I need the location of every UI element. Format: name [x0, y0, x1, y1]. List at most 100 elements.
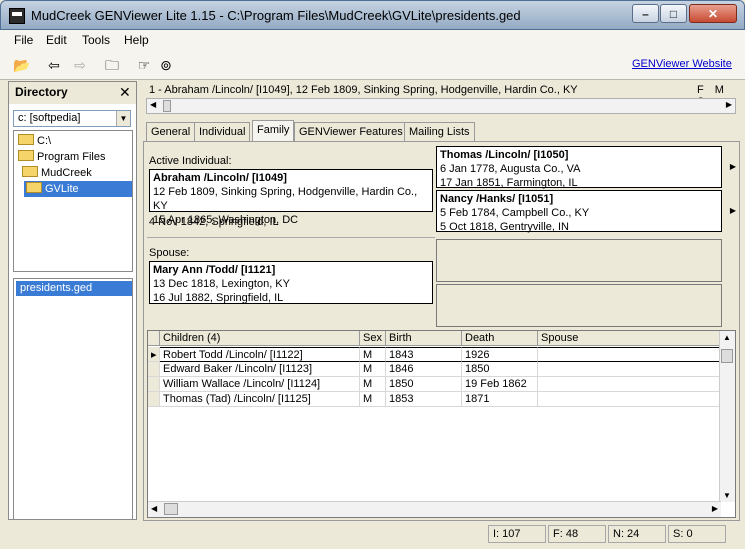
father-arrow-icon[interactable]: ▶	[730, 162, 736, 171]
menu-help[interactable]: Help	[124, 33, 149, 47]
status-sources: S: 0	[668, 525, 726, 543]
spouse-mother-box[interactable]	[436, 284, 722, 327]
spouse-name: Mary Ann /Todd/ [I1121]	[153, 264, 276, 276]
scroll-left-icon[interactable]: ◀	[151, 504, 157, 513]
table-cell[interactable]	[538, 362, 720, 377]
active-individual-label: Active Individual:	[149, 155, 232, 167]
table-cell[interactable]: Robert Todd /Lincoln/ [I1122]	[160, 347, 360, 362]
menu-edit[interactable]: Edit	[46, 33, 67, 47]
pointer-icon[interactable]: ☞	[134, 56, 154, 74]
father-box[interactable]: Thomas /Lincoln/ [I1050] 6 Jan 1778, Aug…	[436, 146, 722, 189]
individual-scrollbar[interactable]: ◀ ▶	[146, 98, 736, 114]
row-header[interactable]	[148, 377, 160, 392]
spouse-box[interactable]: Mary Ann /Todd/ [I1121] 13 Dec 1818, Lex…	[149, 261, 433, 304]
table-cell[interactable]: 1846	[386, 362, 462, 377]
directory-close-icon[interactable]: ✕	[119, 84, 131, 101]
table-cell[interactable]: 1871	[462, 392, 538, 407]
tree-item-mudcreek[interactable]: MudCreek	[20, 165, 94, 181]
open-folder-icon[interactable]: 📂	[12, 56, 32, 74]
folder-tree: C:\ Program Files MudCreek GVLite	[13, 130, 133, 272]
tree-item-c[interactable]: C:\	[16, 133, 53, 149]
active-individual-box[interactable]: Abraham /Lincoln/ [I1049] 12 Feb 1809, S…	[149, 169, 433, 226]
table-cell[interactable]: 1850	[386, 377, 462, 392]
folder-icon[interactable]: 🗀	[102, 56, 122, 74]
tree-item-program-files[interactable]: Program Files	[16, 149, 107, 165]
minimize-button[interactable]: –	[632, 4, 659, 23]
divider	[147, 237, 435, 238]
tree-item-gvlite[interactable]: GVLite	[24, 181, 132, 197]
title-bar[interactable]: MudCreek GENViewer Lite 1.15 - C:\Progra…	[0, 0, 745, 30]
file-item-presidents[interactable]: presidents.ged	[16, 281, 132, 296]
active-name: Abraham /Lincoln/ [I1049]	[153, 172, 287, 184]
table-cell[interactable]: 1926	[462, 347, 538, 362]
father-death: 17 Jan 1851, Farmington, IL	[440, 177, 578, 189]
spouse-death: 16 Jul 1882, Springfield, IL	[153, 292, 284, 304]
row-header[interactable]	[148, 392, 160, 407]
table-cell[interactable]: M	[360, 347, 386, 362]
horizontal-scrollbar[interactable]: ◀ ▶	[148, 501, 721, 517]
father-birth: 6 Jan 1778, Augusta Co., VA	[440, 163, 581, 175]
spouse-birth: 13 Dec 1818, Lexington, KY	[153, 278, 290, 290]
folder-icon	[18, 134, 34, 145]
family-panel: Active Individual: Abraham /Lincoln/ [I1…	[143, 141, 740, 521]
spouse-father-box[interactable]	[436, 239, 722, 282]
column-header-children[interactable]: Children (4)	[160, 331, 360, 346]
table-cell[interactable]: M	[360, 392, 386, 407]
table-cell[interactable]: 19 Feb 1862	[462, 377, 538, 392]
column-header-sex[interactable]: Sex	[360, 331, 386, 346]
back-arrow-icon[interactable]: ⇦	[44, 56, 64, 74]
scroll-thumb[interactable]	[164, 503, 178, 515]
table-cell[interactable]: M	[360, 377, 386, 392]
table-cell[interactable]	[538, 347, 720, 362]
tab-general[interactable]: General	[146, 122, 196, 141]
row-header-corner	[148, 331, 160, 346]
scroll-thumb[interactable]	[163, 100, 171, 112]
chevron-down-icon[interactable]: ▼	[116, 111, 130, 126]
tab-individual[interactable]: Individual	[194, 122, 251, 141]
folder-icon	[18, 150, 34, 161]
table-cell[interactable]	[538, 377, 720, 392]
column-header-birth[interactable]: Birth	[386, 331, 462, 346]
father-name: Thomas /Lincoln/ [I1050]	[440, 149, 569, 161]
table-cell[interactable]: Thomas (Tad) /Lincoln/ [I1125]	[160, 392, 360, 407]
mother-arrow-icon[interactable]: ▶	[730, 206, 736, 215]
table-cell[interactable]: William Wallace /Lincoln/ [I1124]	[160, 377, 360, 392]
maximize-button[interactable]: □	[660, 4, 687, 23]
marriage-info: 4 Nov 1842, Springfield, IL	[149, 216, 279, 228]
directory-header: Directory	[9, 82, 136, 104]
genviewer-website-link[interactable]: GENViewer Website	[632, 58, 732, 70]
individual-bar: 1 - Abraham /Lincoln/ [I1049], 12 Feb 18…	[143, 81, 740, 118]
menu-file[interactable]: File	[14, 33, 33, 47]
status-families: F: 48	[548, 525, 606, 543]
tab-mailing-lists[interactable]: Mailing Lists	[404, 122, 475, 141]
menu-tools[interactable]: Tools	[82, 33, 110, 47]
scroll-thumb[interactable]	[721, 349, 733, 363]
scroll-down-icon[interactable]: ▼	[723, 491, 731, 500]
row-header[interactable]	[148, 362, 160, 377]
directory-pane: Directory ✕ c: [softpedia] ▼ C:\ Program…	[8, 81, 137, 520]
drive-select[interactable]: c: [softpedia] ▼	[13, 110, 131, 127]
close-button[interactable]: ✕	[689, 4, 737, 23]
table-cell[interactable]: Edward Baker /Lincoln/ [I1123]	[160, 362, 360, 377]
table-cell[interactable]: M	[360, 362, 386, 377]
folder-icon	[22, 166, 38, 177]
vertical-scrollbar[interactable]: ▲ ▼	[719, 331, 735, 502]
scroll-right-icon[interactable]: ▶	[726, 100, 732, 109]
forward-arrow-icon[interactable]: ⇨	[70, 56, 90, 74]
scroll-right-icon[interactable]: ▶	[712, 504, 718, 513]
mother-death: 5 Oct 1818, Gentryville, IN	[440, 221, 569, 233]
tab-family[interactable]: Family	[252, 120, 295, 141]
spouse-label: Spouse:	[149, 247, 190, 259]
scroll-up-icon[interactable]: ▲	[723, 333, 731, 342]
table-cell[interactable]: 1843	[386, 347, 462, 362]
scroll-left-icon[interactable]: ◀	[150, 100, 156, 109]
binoculars-icon[interactable]: ⊚	[156, 56, 176, 74]
column-header-spouse[interactable]: Spouse	[538, 331, 720, 346]
column-header-death[interactable]: Death	[462, 331, 538, 346]
table-cell[interactable]	[538, 392, 720, 407]
tab-genviewer-features[interactable]: GENViewer Features	[294, 122, 408, 141]
mother-box[interactable]: Nancy /Hanks/ [I1051] 5 Feb 1784, Campbe…	[436, 190, 722, 233]
row-header[interactable]: ▸	[148, 347, 160, 362]
table-cell[interactable]: 1853	[386, 392, 462, 407]
table-cell[interactable]: 1850	[462, 362, 538, 377]
